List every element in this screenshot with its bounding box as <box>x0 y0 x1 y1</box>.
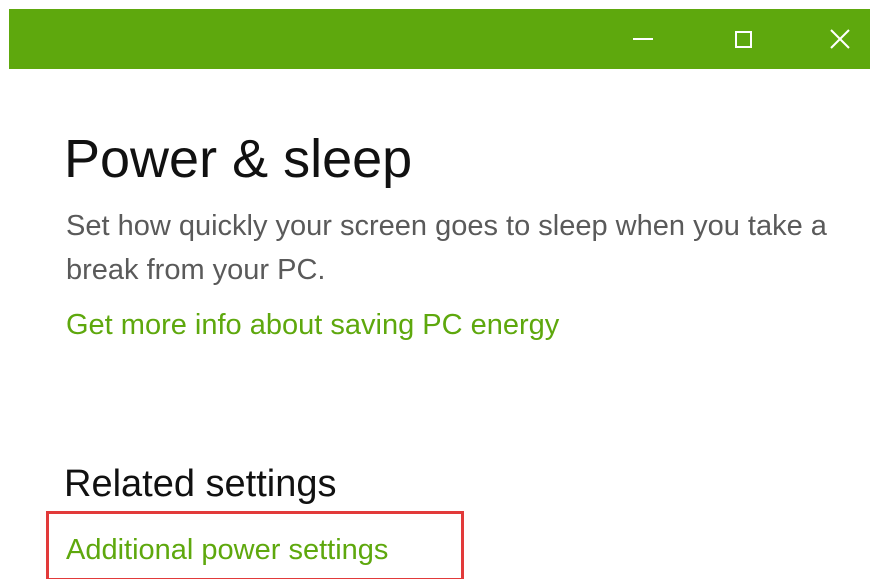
title-bar <box>9 9 870 69</box>
settings-window: Power & sleep Set how quickly your scree… <box>0 0 870 579</box>
energy-info-link[interactable]: Get more info about saving PC energy <box>66 305 559 345</box>
maximize-button[interactable] <box>713 9 773 69</box>
page-title: Power & sleep <box>64 129 413 189</box>
close-icon <box>830 29 850 49</box>
highlight-box <box>46 511 464 579</box>
close-button[interactable] <box>810 9 870 69</box>
minimize-button[interactable] <box>613 9 673 69</box>
minimize-icon <box>633 38 653 40</box>
maximize-icon <box>734 30 752 48</box>
related-settings-heading: Related settings <box>64 463 337 505</box>
page-description: Set how quickly your screen goes to slee… <box>66 210 827 286</box>
